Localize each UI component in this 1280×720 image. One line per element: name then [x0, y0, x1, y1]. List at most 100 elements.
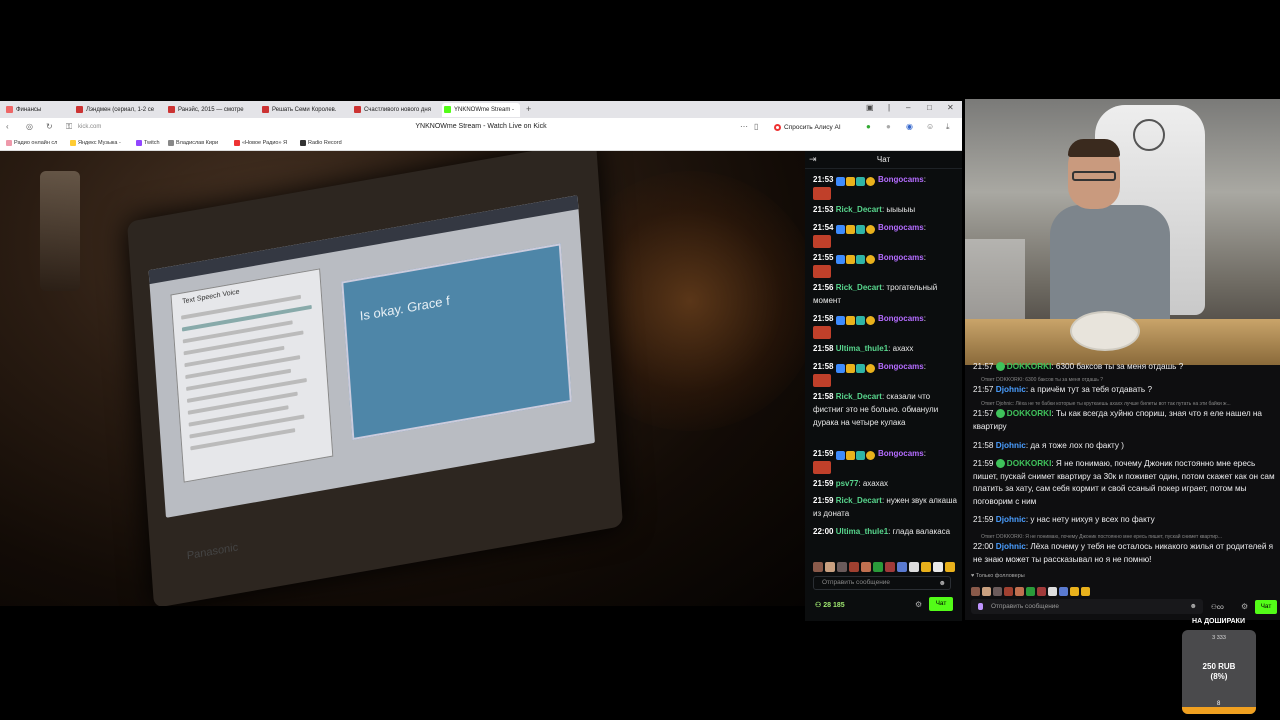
profile-icon[interactable]: ☺ [926, 122, 934, 131]
message-username[interactable]: Ultima_thule1 [836, 344, 888, 353]
emote-icon[interactable] [1026, 587, 1035, 596]
emote-icon[interactable] [1004, 587, 1013, 596]
twitch-chat-send-button[interactable]: Чат [1255, 600, 1277, 614]
bookmark-label-2: Twitch [144, 140, 160, 146]
emote-icon[interactable] [933, 562, 943, 572]
maximize-icon[interactable]: □ [927, 103, 932, 112]
emote-icon[interactable] [873, 562, 883, 572]
message-username[interactable]: Bongocams [878, 449, 924, 458]
message-username[interactable]: Djohnic [996, 515, 1026, 524]
user-avatar [813, 187, 831, 200]
message-username[interactable]: Djohnic [996, 385, 1026, 394]
emoji-icon[interactable]: ☻ [939, 578, 946, 590]
kick-chat-message: 21:58 Bongocams: [813, 360, 958, 374]
twitch-points-counter[interactable]: ⚇co [1211, 603, 1224, 611]
message-username[interactable]: Bongocams [878, 175, 924, 184]
tab-3[interactable]: Решать Семи Королев. [260, 103, 344, 117]
tab-search-icon[interactable]: ▣ [866, 103, 874, 112]
tab-2[interactable]: Ранэйс, 2015 — смотре [166, 103, 250, 117]
kick-chat-send-button[interactable]: Чат [929, 597, 953, 611]
tab-label-5: YNKNOWme Stream - [454, 107, 515, 113]
emote-icon[interactable] [825, 562, 835, 572]
followers-only-notice: ♥ Только фолловеры [971, 573, 1025, 579]
bookmark-favicon-0 [6, 140, 12, 146]
tab-favicon-5 [444, 106, 451, 113]
emote-icon[interactable] [885, 562, 895, 572]
emote-icon[interactable] [1015, 587, 1024, 596]
message-username[interactable]: DOKKORKI [1007, 362, 1052, 371]
emote-icon[interactable] [849, 562, 859, 572]
tab-0[interactable]: Финансы [4, 103, 62, 117]
emote-icon[interactable] [1048, 587, 1057, 596]
download-icon[interactable]: ⤓ [946, 122, 950, 132]
tab-1[interactable]: Лэндмен (сериал, 1-2 се [74, 103, 158, 117]
twitch-settings-icon[interactable]: ⚙ [1241, 602, 1248, 611]
emote-icon[interactable] [897, 562, 907, 572]
emote-icon[interactable] [1059, 587, 1068, 596]
dialog-line [185, 355, 301, 380]
user-badges [835, 449, 876, 461]
stream-video[interactable]: Text Speech Voice Is okay. Grace f Panas… [0, 151, 805, 606]
donation-goal-amount-value: 250 RUB [1202, 662, 1236, 671]
audio-icon[interactable]: ◉ [906, 122, 913, 131]
bookmark-2[interactable]: Twitch [136, 140, 160, 146]
message-username[interactable]: Rick_Decart [836, 205, 882, 214]
twitch-chat-input-placeholder: Отправить сообщение [991, 603, 1060, 610]
message-username[interactable]: Rick_Decart [836, 392, 882, 401]
emote-icon[interactable] [909, 562, 919, 572]
verified-badge-icon [995, 409, 1005, 419]
twitch-emoji-icon[interactable]: ☻ [1190, 599, 1197, 614]
extension-icon[interactable]: ● [866, 122, 871, 131]
bookmark-1[interactable]: Яндекс Музыка - [70, 140, 121, 146]
message-text: глада валакаса [892, 527, 951, 536]
emote-icon[interactable] [1081, 587, 1090, 596]
emote-icon[interactable] [921, 562, 931, 572]
kick-settings-icon[interactable]: ⚙ [915, 600, 922, 609]
message-username[interactable]: Rick_Decart [836, 496, 882, 505]
emote-icon[interactable] [861, 562, 871, 572]
emote-icon[interactable] [1037, 587, 1046, 596]
message-username[interactable]: Bongocams [878, 223, 924, 232]
badge-icon [855, 364, 865, 374]
emote-icon[interactable] [993, 587, 1002, 596]
bits-icon[interactable] [978, 603, 983, 610]
extension-icon-2[interactable]: ● [886, 122, 891, 131]
twitch-emote-bar[interactable] [971, 583, 1171, 596]
message-text: ыыыыы [886, 205, 916, 214]
emote-icon[interactable] [982, 587, 991, 596]
bookmark-5[interactable]: Radio Record [300, 140, 342, 146]
message-username[interactable]: Bongocams [878, 314, 924, 323]
message-time: 21:59 [813, 496, 834, 505]
emote-icon[interactable] [813, 562, 823, 572]
kick-emote-bar[interactable] [813, 559, 959, 572]
message-username[interactable]: Djohnic [996, 441, 1026, 450]
emote-icon[interactable] [837, 562, 847, 572]
message-username[interactable]: psv77 [836, 479, 859, 488]
close-icon[interactable]: ✕ [947, 103, 954, 112]
emote-icon[interactable] [1070, 587, 1079, 596]
bookmark-3[interactable]: Владислав Кири [168, 140, 218, 146]
emote-icon[interactable] [945, 562, 955, 572]
message-username[interactable]: Bongocams [878, 362, 924, 371]
more-icon[interactable]: ⋯ [740, 122, 748, 131]
twitch-chat-input[interactable]: Отправить сообщение ☻ [971, 599, 1203, 614]
bookmark-icon[interactable]: ▯ [754, 122, 758, 131]
message-username[interactable]: Djohnic [996, 542, 1026, 551]
message-username[interactable]: DOKKORKI [1007, 409, 1052, 418]
alice-ai-button[interactable]: Спросить Алису AI [772, 121, 847, 134]
bookmark-0[interactable]: Радио онлайн сл [6, 140, 57, 146]
user-avatar [813, 265, 831, 278]
message-username[interactable]: DOKKORKI [1007, 459, 1052, 468]
tab-4[interactable]: Счастливого нового дня [352, 103, 436, 117]
lamp-silhouette [40, 171, 80, 291]
message-username[interactable]: Rick_Decart [836, 283, 882, 292]
tab-5-active[interactable]: YNKNOWme Stream - [442, 103, 520, 117]
message-username[interactable]: Ultima_thule1 [836, 527, 888, 536]
minimize-icon[interactable]: – [906, 103, 910, 112]
kick-chat-input[interactable]: Отправить сообщение ☻ [813, 576, 951, 590]
badge-icon [855, 177, 865, 187]
emote-icon[interactable] [971, 587, 980, 596]
bookmark-4[interactable]: «Новое Радио» Я [234, 140, 287, 146]
new-tab-icon[interactable]: + [526, 104, 531, 114]
message-username[interactable]: Bongocams [878, 253, 924, 262]
